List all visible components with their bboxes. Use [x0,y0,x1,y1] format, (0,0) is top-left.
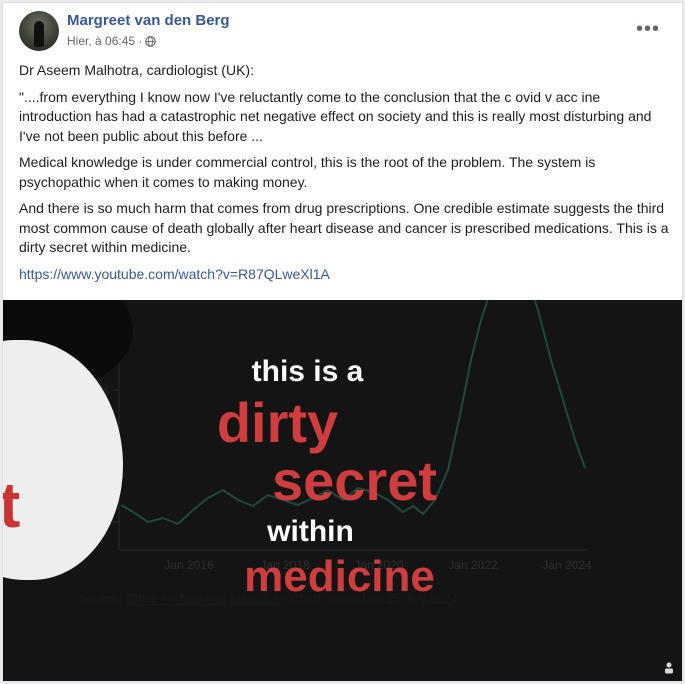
paragraph: And there is so much harm that comes fro… [19,200,669,255]
post-meta: Hier, à 06:45 · [67,34,157,48]
timestamp[interactable]: Hier, à 06:45 · [67,34,142,48]
post-header: Margreet van den Berg Hier, à 06:45 · ••… [3,3,682,61]
chart-source: Source: Office for National Statistics •… [79,592,462,606]
person-icon[interactable] [662,661,676,675]
facebook-post: Margreet van den Berg Hier, à 06:45 · ••… [2,2,683,682]
video-link[interactable]: https://www.youtube.com/watch?v=R87QLweX… [19,266,330,282]
ellipsis-icon[interactable]: ••• [634,15,662,43]
video-thumbnail[interactable]: 5% 0% Jan 2016 Jan 2018 Jan 2020 Jan 202… [3,300,682,681]
caption-line: dirty [216,391,339,454]
paragraph: Dr Aseem Malhotra, cardiologist (UK): [19,62,254,78]
caption-line: this is a [251,355,364,388]
paragraph: Medical knowledge is under commercial co… [19,154,596,190]
caption-line: secret [271,449,438,512]
avatar[interactable] [19,11,59,51]
caption-line: within [267,515,354,548]
globe-icon [145,35,157,47]
author-name[interactable]: Margreet van den Berg [67,12,230,29]
post-text: Dr Aseem Malhotra, cardiologist (UK): ".… [19,61,669,291]
paragraph: "....from everything I know now I've rel… [19,88,652,144]
